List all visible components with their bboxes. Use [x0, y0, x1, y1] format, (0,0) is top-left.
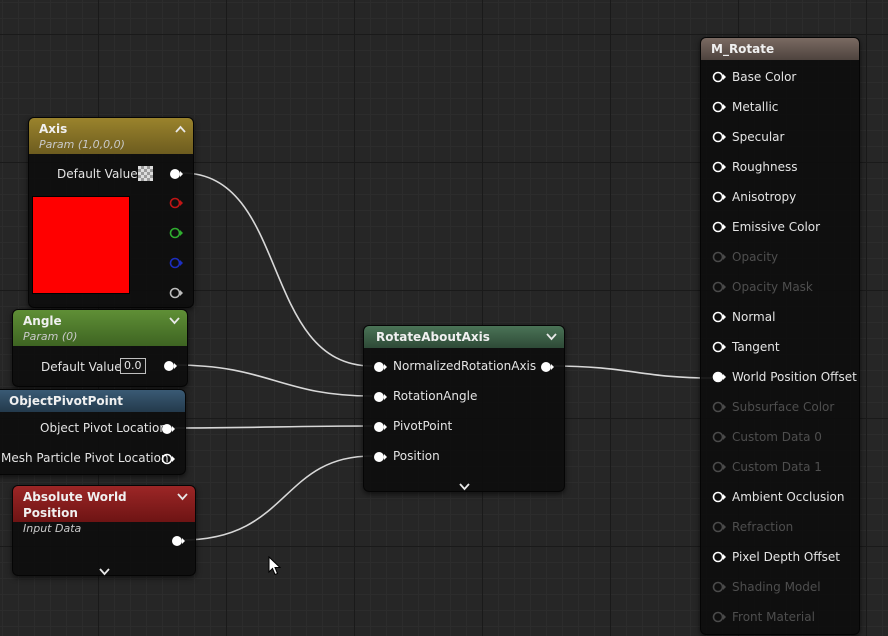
normalized-rotation-axis-label: NormalizedRotationAxis [393, 359, 537, 373]
material-input-pin[interactable] [712, 371, 726, 383]
material-input-label: Front Material [732, 610, 815, 624]
material-input-label: Ambient Occlusion [732, 490, 845, 504]
rotate-output-pin[interactable] [540, 361, 554, 373]
rotate-node-title: RotateAboutAxis [376, 330, 490, 344]
material-input-pin[interactable] [712, 521, 726, 533]
axis-b-pin[interactable] [169, 257, 183, 269]
material-input-pin[interactable] [712, 491, 726, 503]
position-pin[interactable] [373, 451, 387, 463]
material-input-pin[interactable] [712, 461, 726, 473]
object-pivot-point-node[interactable]: ObjectPivotPoint Object Pivot Location M… [0, 389, 186, 475]
object-pivot-location-pin[interactable] [161, 423, 175, 435]
material-input-label: Subsurface Color [732, 400, 835, 414]
axis-param-node[interactable]: Axis Param (1,0,0,0) Default Value [28, 117, 194, 308]
object-pivot-location-label: Object Pivot Location [40, 421, 167, 435]
material-input-label: Roughness [732, 160, 798, 174]
material-node-header[interactable]: M_Rotate [701, 38, 859, 60]
abswp-node-title: Absolute World Position [23, 490, 127, 520]
wire-rotate-to-worldpositionoffset [551, 365, 713, 379]
chevron-down-icon[interactable] [546, 331, 557, 344]
material-input-pin[interactable] [712, 581, 726, 593]
chevron-up-icon[interactable] [175, 123, 186, 136]
material-input-label: Tangent [732, 340, 780, 354]
chevron-down-icon[interactable] [169, 315, 180, 328]
wire-axis-to-normalizedrotationaxis [181, 172, 373, 367]
checker-icon[interactable] [138, 166, 153, 181]
axis-node-title: Axis [39, 122, 68, 136]
material-input-pin[interactable] [712, 311, 726, 323]
absolute-world-position-node[interactable]: Absolute World Position Input Data [12, 485, 196, 576]
material-input-pin[interactable] [712, 251, 726, 263]
wire-abswp-to-position [181, 455, 373, 541]
material-node-title: M_Rotate [711, 42, 775, 56]
axis-g-pin[interactable] [169, 227, 183, 239]
normalized-rotation-axis-pin[interactable] [373, 361, 387, 373]
angle-node-header[interactable]: Angle Param (0) [13, 310, 187, 346]
material-input-pin[interactable] [712, 341, 726, 353]
material-input-label: Specular [732, 130, 785, 144]
chevron-down-icon[interactable] [459, 476, 470, 495]
material-input-label: World Position Offset [732, 370, 857, 384]
material-input-label: Opacity [732, 250, 779, 264]
pivot-node-title: ObjectPivotPoint [9, 394, 124, 408]
abswp-node-header[interactable]: Absolute World Position Input Data [13, 486, 195, 535]
material-input-pin[interactable] [712, 191, 726, 203]
material-input-label: Refraction [732, 520, 794, 534]
material-input-label: Shading Model [732, 580, 821, 594]
rotation-angle-label: RotationAngle [393, 389, 478, 403]
axis-a-pin[interactable] [169, 287, 183, 299]
material-input-label: Anisotropy [732, 190, 797, 204]
angle-default-value-label: Default Value [41, 360, 122, 374]
angle-node-subtitle: Param (0) [23, 330, 78, 343]
mouse-cursor-icon [268, 555, 282, 580]
material-input-pin[interactable] [712, 401, 726, 413]
material-input-pin[interactable] [712, 161, 726, 173]
rotation-angle-pin[interactable] [373, 391, 387, 403]
wire-pivot-to-pivotpoint [171, 425, 373, 429]
mesh-particle-pivot-location-label: Mesh Particle Pivot Location [1, 451, 169, 465]
wire-angle-to-rotationangle [173, 364, 373, 397]
pivot-node-header[interactable]: ObjectPivotPoint [0, 390, 185, 412]
material-result-node[interactable]: M_Rotate Base Color Metallic Specular Rough… [700, 37, 860, 635]
material-input-pin[interactable] [712, 101, 726, 113]
material-input-label: Base Color [732, 70, 797, 84]
material-input-label: Custom Data 0 [732, 430, 822, 444]
material-input-pin[interactable] [712, 131, 726, 143]
axis-node-subtitle: Param (1,0,0,0) [39, 138, 125, 151]
rotate-about-axis-node[interactable]: RotateAboutAxis NormalizedRotationAxis R… [363, 325, 565, 492]
material-input-pin[interactable] [712, 281, 726, 293]
material-input-pin[interactable] [712, 71, 726, 83]
chevron-down-icon[interactable] [99, 561, 110, 580]
material-input-label: Pixel Depth Offset [732, 550, 840, 564]
axis-default-value-label: Default Value [57, 167, 138, 181]
material-input-label: Metallic [732, 100, 779, 114]
material-input-pin[interactable] [712, 221, 726, 233]
abswp-output-pin[interactable] [171, 535, 185, 547]
axis-color-swatch[interactable] [32, 196, 130, 294]
angle-node-title: Angle [23, 314, 62, 328]
material-input-pin[interactable] [712, 611, 726, 623]
axis-r-pin[interactable] [169, 197, 183, 209]
pivot-point-label: PivotPoint [393, 419, 453, 433]
angle-param-node[interactable]: Angle Param (0) Default Value 0.0 [12, 309, 188, 387]
material-input-label: Opacity Mask [732, 280, 813, 294]
axis-output-pin[interactable] [169, 168, 183, 180]
angle-default-value-field[interactable]: 0.0 [120, 358, 146, 374]
pivot-point-pin[interactable] [373, 421, 387, 433]
material-input-pin[interactable] [712, 431, 726, 443]
axis-node-header[interactable]: Axis Param (1,0,0,0) [29, 118, 193, 154]
chevron-down-icon[interactable] [177, 491, 188, 504]
material-input-label: Custom Data 1 [732, 460, 822, 474]
mesh-particle-pivot-location-pin[interactable] [161, 453, 175, 465]
rotate-node-header[interactable]: RotateAboutAxis [364, 326, 564, 348]
material-input-label: Normal [732, 310, 776, 324]
position-label: Position [393, 449, 440, 463]
abswp-node-subtitle: Input Data [23, 522, 82, 535]
material-input-label: Emissive Color [732, 220, 821, 234]
angle-output-pin[interactable] [163, 360, 177, 372]
material-input-pin[interactable] [712, 551, 726, 563]
